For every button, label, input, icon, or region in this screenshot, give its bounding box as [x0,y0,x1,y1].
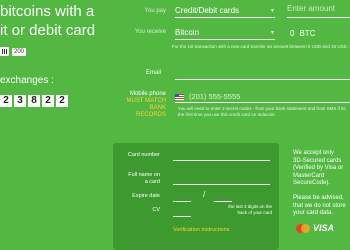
card-data-advice: Please be advised, that we do not store … [293,195,350,218]
receive-label: You receive [134,29,166,35]
expire-month-input[interactable] [173,193,191,202]
badge-row: 200 [0,47,27,56]
us-flag-icon[interactable] [175,93,184,100]
verification-instructions-link[interactable]: Verification Instructions [173,227,230,233]
phone-field[interactable]: (201) 555-5555 [175,91,350,103]
secure-line-1: We accept only [293,150,334,156]
secure-cards-info: We accept only 3D-Secured cards (Verifie… [293,150,350,188]
card-number-input[interactable] [173,152,270,161]
pay-method-value: Credit/Debit cards [175,6,240,15]
secure-line-5: SecureCode). [293,180,331,186]
counter-digit: 2 [0,95,12,107]
hero-line-1: bitcoins with a [0,3,95,20]
exchanges-label: exchanges : [0,75,54,86]
hero-line-2: it or debit card [0,22,96,39]
counter-digit: 2 [42,95,54,107]
phone-placeholder: (201) 555-5555 [189,92,241,101]
advise-line-2: that we do not store [293,202,346,209]
phone-warning-2: BANK RECORDS [135,105,166,118]
secure-line-4: MasterCard [293,172,325,179]
chevron-down-icon: ▼ [270,29,275,36]
email-label: Email [146,70,162,76]
receive-currency-value: Bitcoin [175,28,200,37]
expire-slash: / [203,190,206,199]
receive-amount: 0 BTC [290,29,315,38]
full-name-label-2: a card [144,178,160,185]
counter-digit: 2 [56,95,68,107]
counter-digit: 8 [28,95,40,107]
chevron-down-icon: ▼ [270,7,275,14]
counter-digit: 3 [14,95,26,107]
full-name-input[interactable] [173,176,270,185]
amount-input[interactable]: Enter amount [287,4,350,18]
cv-input[interactable] [173,208,191,217]
cv-label: CV [152,207,160,213]
first-transaction-notice: For the 1st transaction with a new card … [172,44,350,49]
full-name-label: Full name on a card [118,172,160,185]
visa-logo: VISA [313,223,335,233]
secure-line-3: (Verified by Visa or [293,165,344,171]
qr-icon [0,47,9,56]
email-field[interactable] [175,70,350,80]
phone-label-text: Mobile phone [129,91,166,97]
pay-method-select[interactable]: Credit/Debit cards ▼ [175,4,275,18]
receive-unit: BTC [299,29,316,38]
cv-help: the last 3 digits on the back of your ca… [204,204,272,216]
phone-label: Mobile phone MUST MATCH BANK RECORDS [122,91,166,119]
advise-line-1: Please be advised, [293,195,344,201]
hero-headline: bitcoins with a it or debit card [0,2,95,40]
receive-currency-select[interactable]: Bitcoin ▼ [175,26,275,40]
phone-warning-1: MUST MATCH [126,98,166,104]
mastercard-logo-icon [296,224,310,233]
pay-label: You pay [144,8,166,14]
small-badge: 200 [12,47,27,56]
advise-line-3: your card data. [293,210,334,216]
secure-line-2: 3D-Secured cards [293,157,342,164]
exchanges-counter: 2 3 8 2 2 [0,95,68,107]
cv-help-2: back of your card [237,210,272,215]
card-number-label: Card number [127,152,160,158]
receive-amount-value: 0 [290,29,295,38]
expire-year-input[interactable] [214,193,232,202]
phone-help-text: You will need to enter 2 secret codes - … [178,106,346,117]
expire-date-label: Expire date [132,193,160,199]
